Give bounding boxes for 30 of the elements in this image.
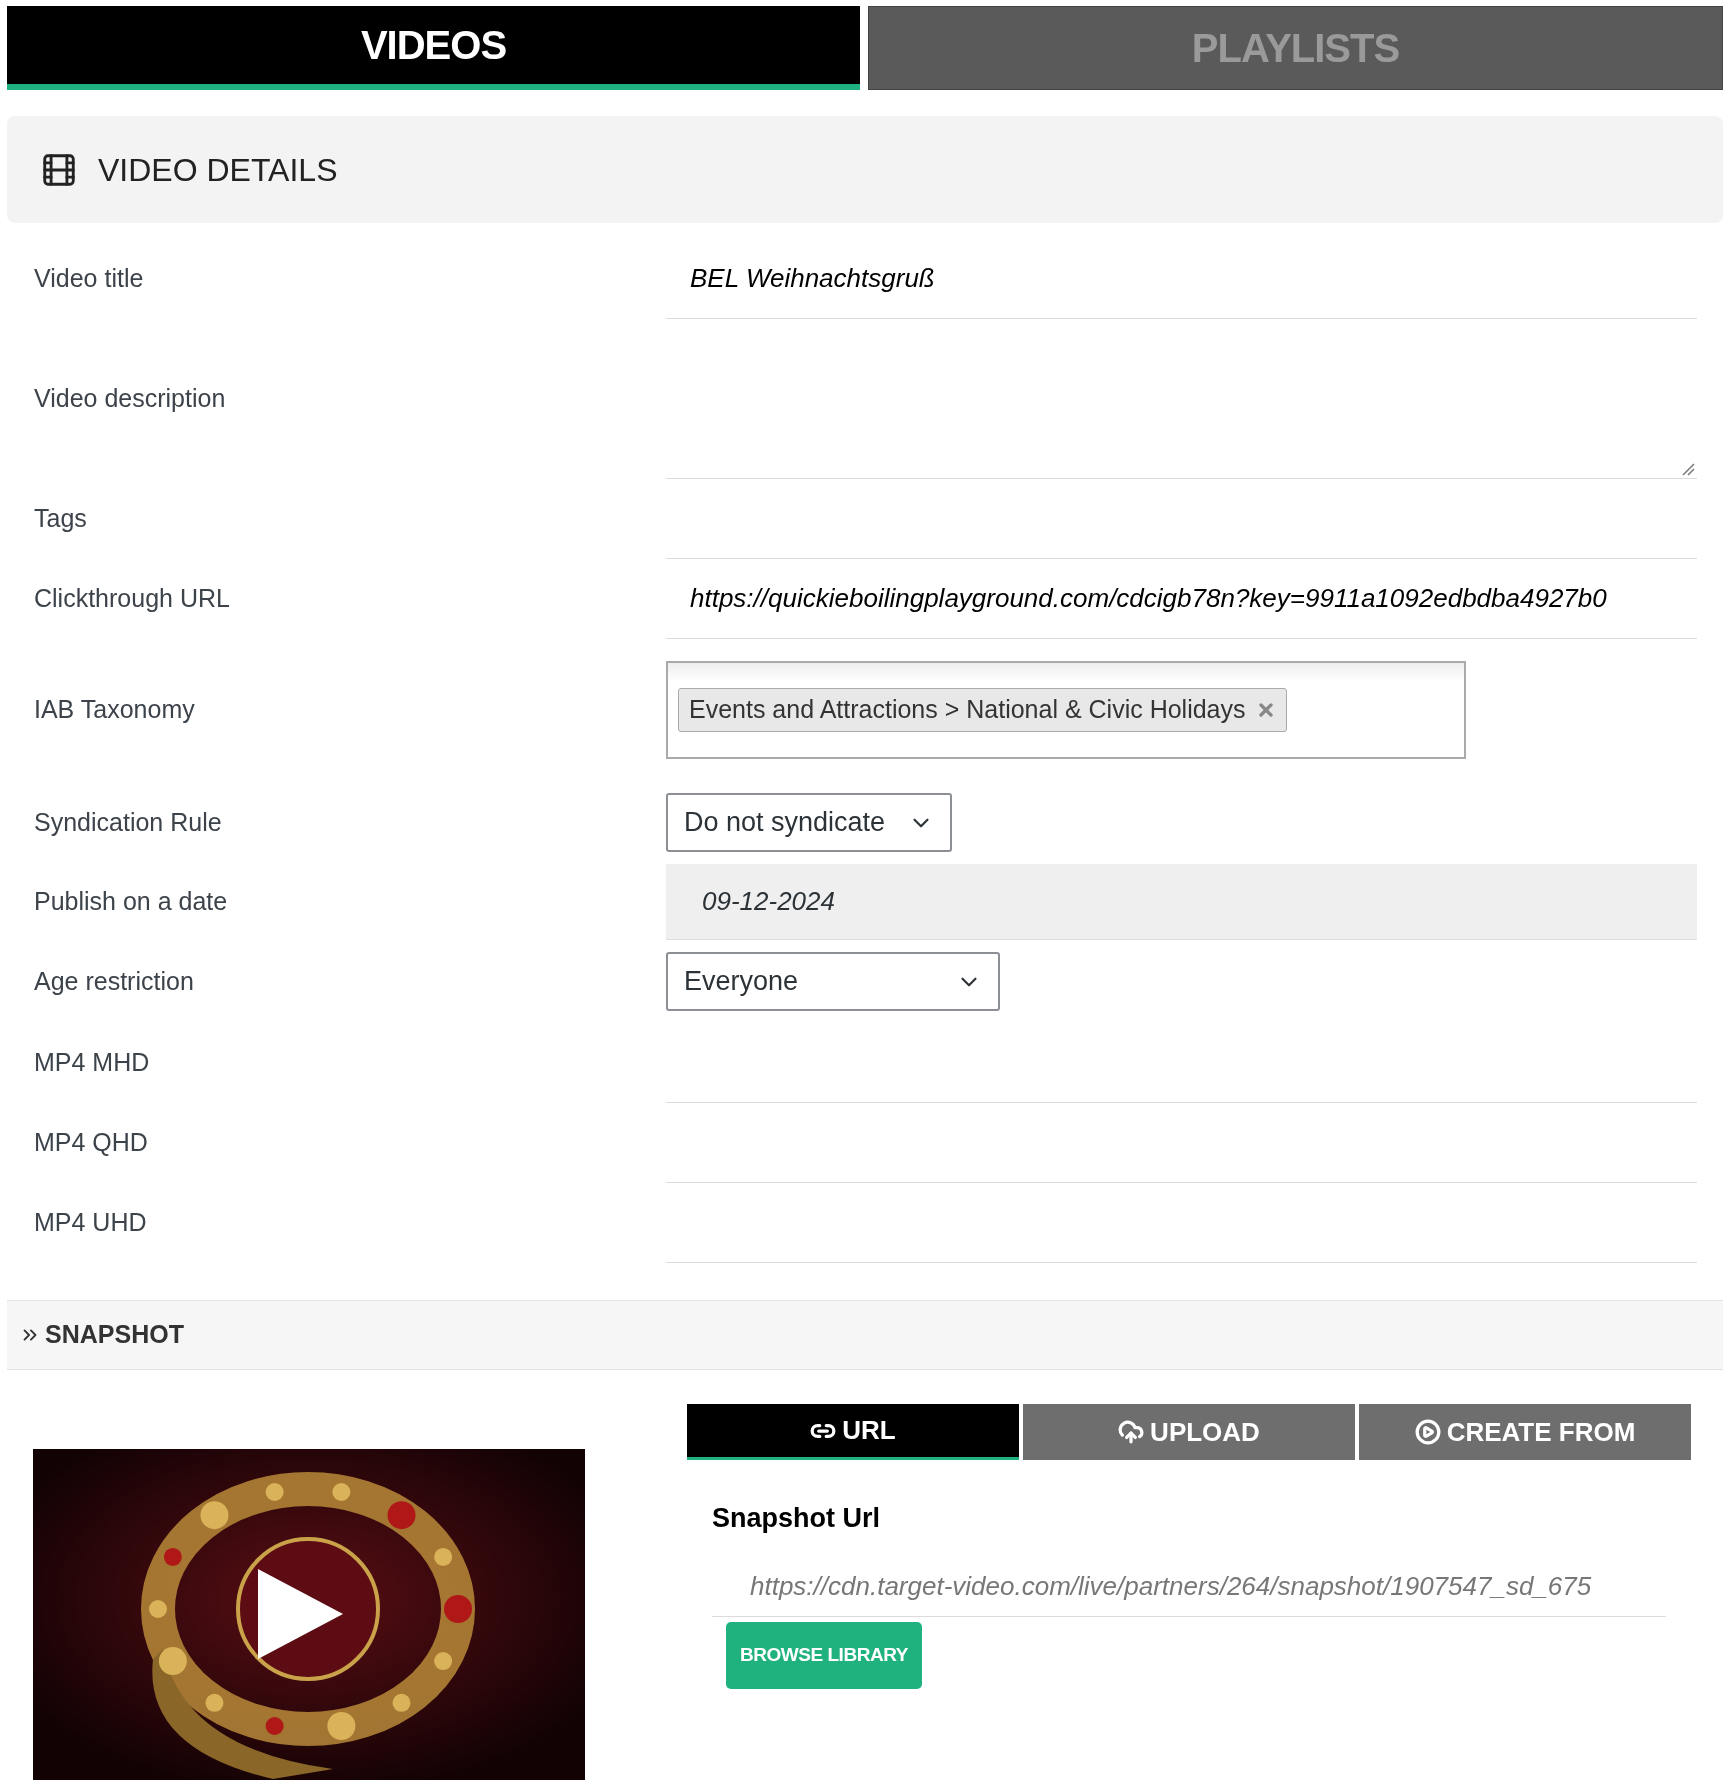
cloud-upload-icon bbox=[1118, 1419, 1145, 1445]
text-field[interactable]: BEL Weihnachtsgruß bbox=[666, 239, 1697, 319]
field-label: Video description bbox=[33, 383, 227, 415]
taxonomy-tag: Events and Attractions > National & Civic Holidays bbox=[678, 688, 1287, 732]
section-title: VIDEO DETAILS bbox=[98, 150, 338, 190]
field-label: MP4 MHD bbox=[33, 1047, 151, 1079]
snapshot-title: SNAPSHOT bbox=[45, 1319, 184, 1351]
taxonomy-field[interactable]: Events and Attractions > National & Civic Holidays bbox=[666, 661, 1466, 759]
dropdown[interactable]: Do not syndicate bbox=[666, 793, 952, 852]
tab[interactable]: URL bbox=[687, 1404, 1019, 1460]
field-label: Video title bbox=[33, 263, 145, 295]
field-label: MP4 QHD bbox=[33, 1127, 149, 1159]
field-label: Age restriction bbox=[33, 965, 195, 997]
tab[interactable]: UPLOAD bbox=[1023, 1404, 1355, 1460]
field-label: IAB Taxonomy bbox=[33, 694, 196, 726]
field-label: Syndication Rule bbox=[33, 806, 223, 838]
tab[interactable]: VIDEOS bbox=[7, 6, 860, 90]
resize-handle-icon[interactable] bbox=[1681, 462, 1695, 476]
dropdown[interactable]: Everyone bbox=[666, 952, 1000, 1011]
field-label: Publish on a date bbox=[33, 886, 229, 918]
field-label: Clickthrough URL bbox=[33, 583, 231, 615]
play-circle-icon bbox=[1414, 1419, 1441, 1445]
snapshot-url-field[interactable]: https://cdn.target-video.com/live/partners/264/snapshot/1907547_sd_675 bbox=[712, 1556, 1666, 1617]
field-label: Tags bbox=[33, 503, 88, 535]
date-field[interactable]: 09-12-2024 bbox=[666, 864, 1697, 940]
text-field[interactable]: https://quickieboilingplayground.com/cdcigb78n?key=9911a1092edbdba4927b0 bbox=[666, 559, 1697, 639]
snapshot-url-label: Snapshot Url bbox=[712, 1502, 881, 1535]
snapshot-header[interactable]: SNAPSHOT bbox=[7, 1300, 1723, 1370]
field-label: MP4 UHD bbox=[33, 1207, 148, 1239]
tab[interactable]: CREATE FROM bbox=[1359, 1404, 1691, 1460]
